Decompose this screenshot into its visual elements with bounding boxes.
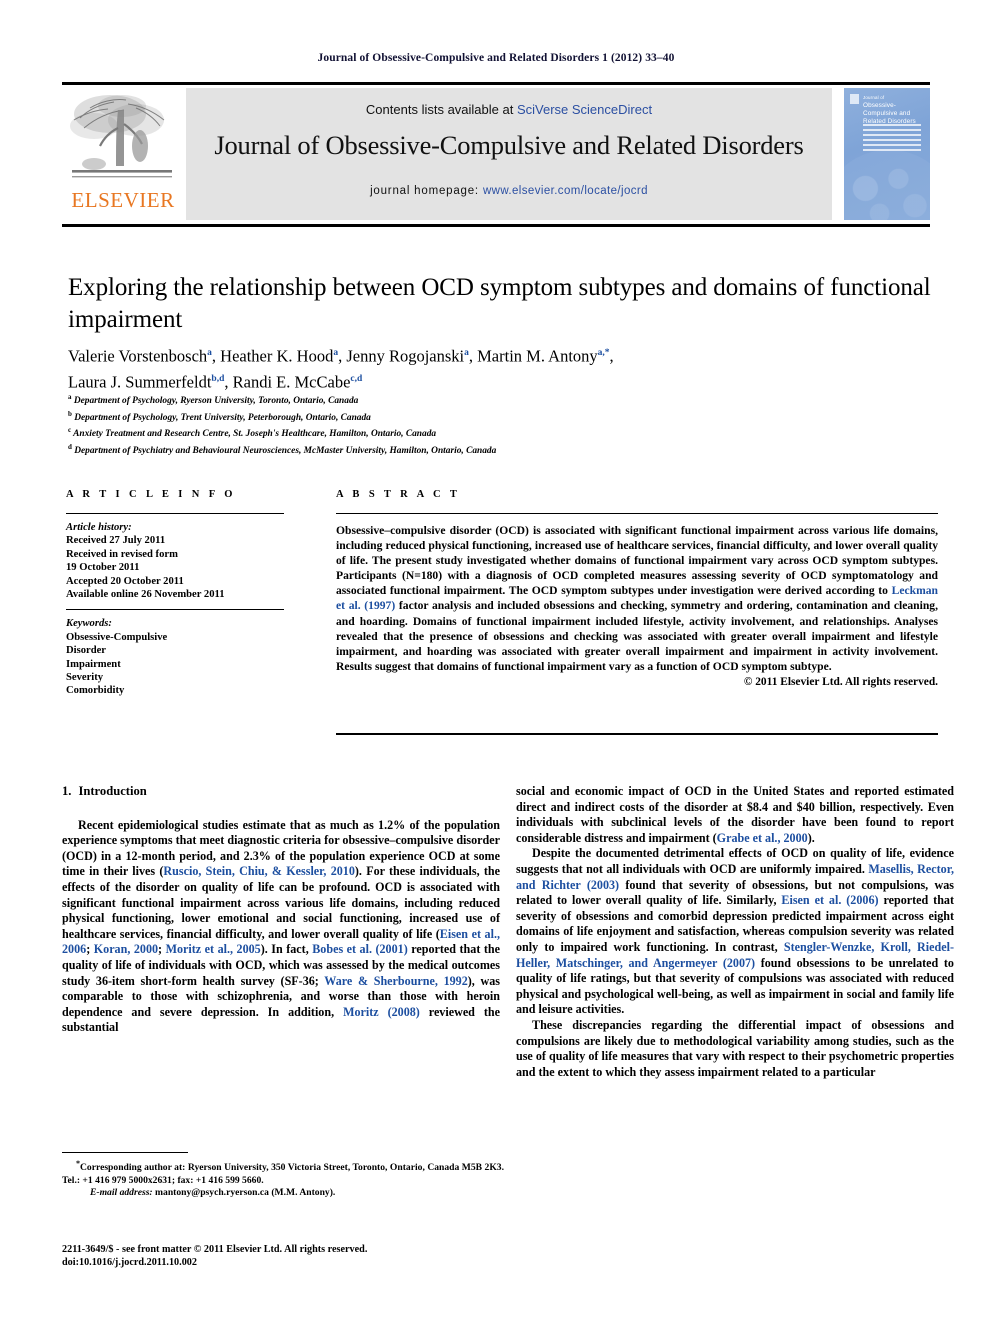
affiliation-item: b Department of Psychology, Trent Univer… <box>68 409 371 423</box>
sciencedirect-link[interactable]: SciVerse ScienceDirect <box>517 102 652 117</box>
email-label: E-mail address: <box>90 1187 153 1198</box>
paragraph: Despite the documented detrimental effec… <box>516 846 954 1018</box>
paragraph-text: ). In fact, <box>260 942 313 957</box>
paragraph-text: ; <box>86 942 94 957</box>
affiliation-item: d Department of Psychiatry and Behaviour… <box>68 443 497 457</box>
affiliation-item: c Anxiety Treatment and Research Centre,… <box>68 426 437 440</box>
affiliation-list: a Department of Psychology, Ryerson Univ… <box>68 391 828 458</box>
keywords-label: Keywords: <box>66 618 112 630</box>
abstract-bottom-rule <box>336 733 938 735</box>
history-item: Received 27 July 2011 <box>66 535 166 547</box>
email-note: E-mail address: mantony@psych.ryerson.ca… <box>62 1187 504 1199</box>
paragraph-text: ). <box>807 830 815 845</box>
citation-link[interactable]: Ruscio, Stein, Chiu, & Kessler, 2010 <box>163 864 354 878</box>
cover-publisher-mark <box>850 94 859 104</box>
abstract-heading: A B S T R A C T <box>336 489 461 500</box>
footnote-rule <box>62 1152 188 1153</box>
article-history-label: Article history: <box>66 522 132 533</box>
elsevier-tree-icon <box>70 95 172 178</box>
article-info-heading: A R T I C L E I N F O <box>66 489 236 500</box>
citation-link[interactable]: Bobes et al. (2001) <box>312 942 408 956</box>
history-item: Accepted 20 October 2011 <box>66 575 184 587</box>
issn-front-matter: 2211-3649/$ - see front matter © 2011 El… <box>62 1244 368 1255</box>
citation-link[interactable]: Ware & Sherbourne, 1992 <box>324 974 467 988</box>
elsevier-wordmark: ELSEVIER <box>71 188 175 212</box>
footnote-block: *Corresponding author at: Ryerson Univer… <box>62 1152 504 1199</box>
article-history: Article history: Received 27 July 2011 R… <box>66 513 284 601</box>
citation-link[interactable]: Grabe et al., 2000 <box>717 831 808 845</box>
paper-page: Journal of Obsessive-Compulsive and Rela… <box>0 0 992 1323</box>
journal-masthead: ELSEVIER Contents lists available at Sci… <box>62 86 930 222</box>
affiliation-item: a Department of Psychology, Ryerson Univ… <box>68 393 359 407</box>
history-item: Available online 26 November 2011 <box>66 589 225 601</box>
citation-link[interactable]: Moritz et al., 2005 <box>166 942 261 956</box>
journal-cover-thumbnail[interactable]: Journal of Obsessive-Compulsive and Rela… <box>844 88 930 220</box>
keyword-item: Comorbidity <box>66 685 125 697</box>
author-list: Valerie Vorstenboscha, Heather K. Hooda,… <box>68 346 614 392</box>
keyword-item: Obsessive-Compulsive <box>66 631 168 643</box>
elsevier-logo: ELSEVIER <box>62 88 184 220</box>
paragraph: social and economic impact of OCD in the… <box>516 784 954 846</box>
citation-link[interactable]: Koran, 2000 <box>94 942 158 956</box>
body-column-left: 1. Introduction Recent epidemiological st… <box>62 784 500 1036</box>
abstract-part2: factor analysis and included obsessions … <box>336 599 938 673</box>
history-item: Received in revised form <box>66 548 178 560</box>
cover-title-line2: Obsessive-Compulsive and Related Disorde… <box>863 102 916 125</box>
journal-homepage-link[interactable]: www.elsevier.com/locate/jocrd <box>483 185 648 197</box>
journal-title: Journal of Obsessive-Compulsive and Rela… <box>214 130 804 160</box>
section-number: 1. <box>62 784 72 798</box>
cover-title-line1: Journal of <box>863 95 885 100</box>
paragraph-text: ; <box>158 942 166 957</box>
masthead-banner: Contents lists available at SciVerse Sci… <box>186 88 832 220</box>
affiliation-text: Anxiety Treatment and Research Centre, S… <box>73 429 437 440</box>
masthead-top-rule <box>62 82 930 85</box>
abstract-body-wrap: Obsessive–compulsive disorder (OCD) is a… <box>336 513 938 688</box>
email-address[interactable]: mantony@psych.ryerson.ca (M.M. Antony). <box>155 1187 335 1198</box>
affiliation-text: Department of Psychology, Trent Universi… <box>74 412 371 423</box>
citation-link[interactable]: Moritz (2008) <box>343 1005 420 1019</box>
section-title: Introduction <box>78 784 147 798</box>
abstract-text: Obsessive–compulsive disorder (OCD) is a… <box>336 523 938 674</box>
contents-lists-line: Contents lists available at SciVerse Sci… <box>186 102 832 117</box>
homepage-label: journal homepage: <box>370 185 479 197</box>
section-heading-introduction: 1. Introduction <box>62 784 500 800</box>
doi: doi:10.1016/j.jocrd.2011.10.002 <box>62 1257 197 1269</box>
cover-text-lines <box>863 124 921 154</box>
paragraph: These discrepancies regarding the differ… <box>516 1018 954 1080</box>
cover-brain-graphic <box>844 150 930 220</box>
paper-title: Exploring the relationship between OCD s… <box>68 274 931 333</box>
paragraph-text: These discrepancies regarding the differ… <box>516 1017 954 1079</box>
keyword-item: Severity <box>66 672 104 684</box>
body-column-right: social and economic impact of OCD in the… <box>516 784 954 1080</box>
paragraph: Recent epidemiological studies estimate … <box>62 818 500 1036</box>
corresponding-text: Corresponding author at: Ryerson Univers… <box>62 1162 504 1186</box>
keyword-item: Disorder <box>66 645 107 657</box>
keywords-block: Keywords: Obsessive-Compulsive Disorder … <box>66 609 284 697</box>
journal-homepage-line: journal homepage: www.elsevier.com/locat… <box>186 185 832 197</box>
history-item: 19 October 2011 <box>66 562 140 574</box>
abstract-part1: Obsessive–compulsive disorder (OCD) is a… <box>336 524 938 598</box>
citation-link[interactable]: Eisen et al. (2006) <box>781 893 878 907</box>
corresponding-author-note: *Corresponding author at: Ryerson Univer… <box>62 1158 504 1187</box>
imprint-block: 2211-3649/$ - see front matter © 2011 El… <box>62 1243 504 1270</box>
contents-prefix: Contents lists available at <box>365 102 517 117</box>
running-head: Journal of Obsessive-Compulsive and Rela… <box>317 52 675 64</box>
abstract-block: A B S T R A C T Obsessive–compulsive dis… <box>336 489 938 688</box>
abstract-copyright: © 2011 Elsevier Ltd. All rights reserved… <box>743 675 938 688</box>
masthead-bottom-rule <box>62 224 930 227</box>
affiliation-text: Department of Psychology, Ryerson Univer… <box>73 396 359 407</box>
keyword-item: Impairment <box>66 658 121 670</box>
affiliation-text: Department of Psychiatry and Behavioural… <box>74 446 497 457</box>
article-info-block: A R T I C L E I N F O Article history: R… <box>66 489 284 698</box>
